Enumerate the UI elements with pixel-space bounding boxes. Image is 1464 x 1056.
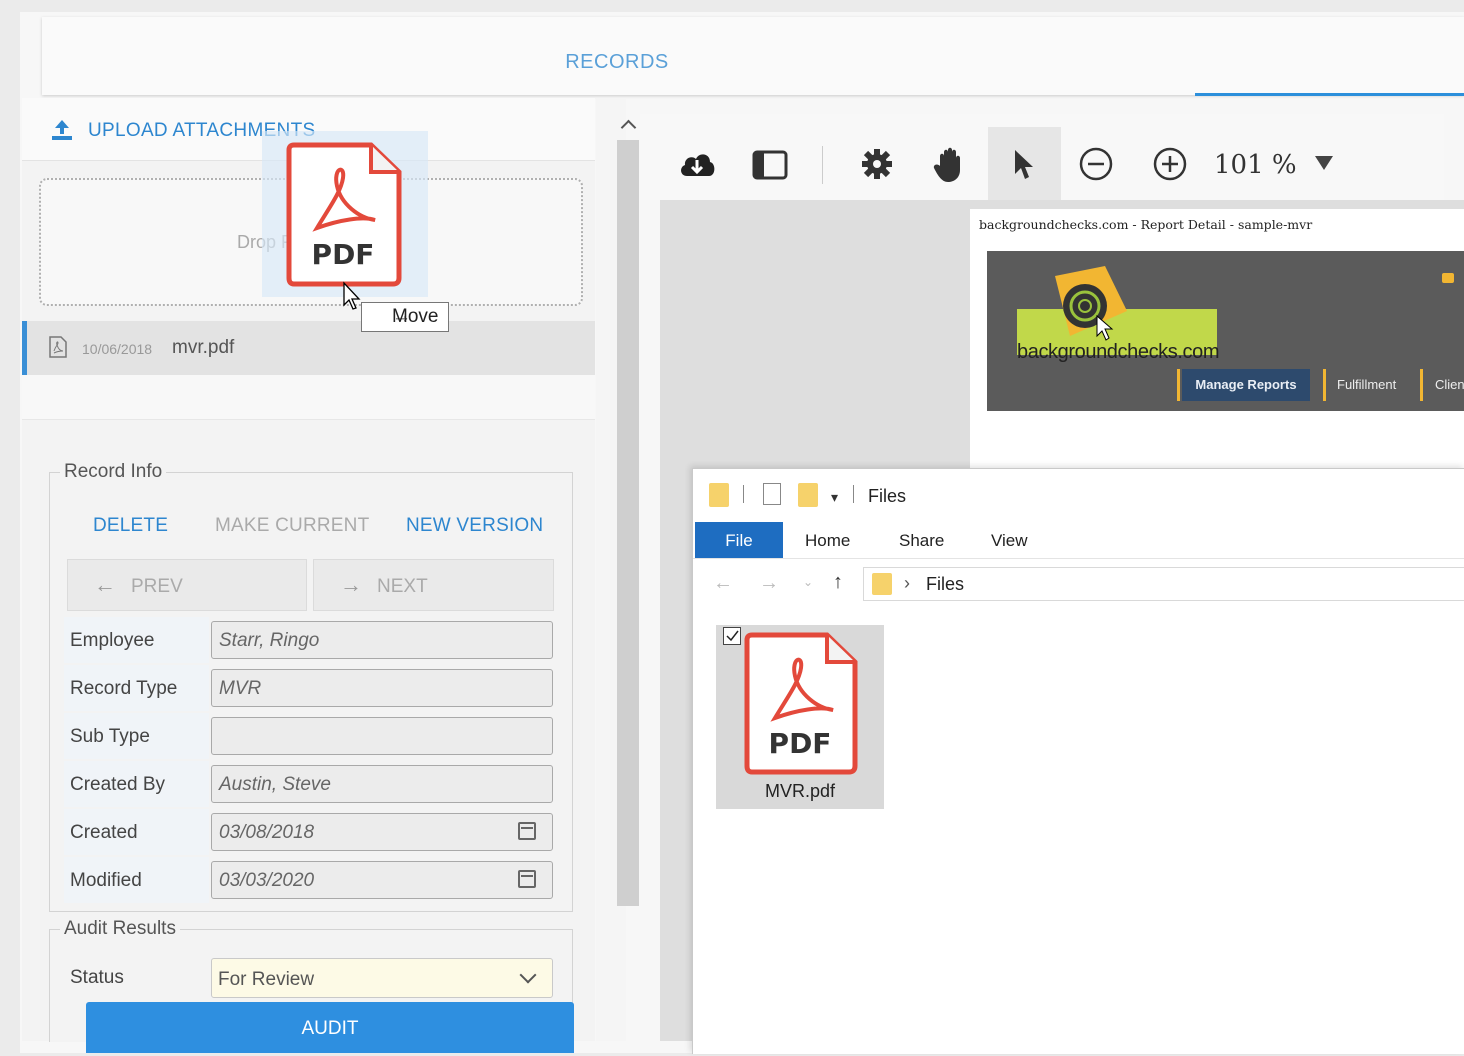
explorer-ribbon: File Home Share View [693, 522, 1464, 559]
record-info-legend: Record Info [60, 461, 167, 483]
chevron-down-icon [519, 966, 537, 984]
logo-text: backgroundchecks.com [1017, 341, 1220, 363]
up-arrow-icon[interactable]: ↑ [833, 571, 843, 594]
audit-button[interactable]: AUDIT [86, 1002, 574, 1053]
attachment-row[interactable]: 10/06/2018 mvr.pdf [22, 321, 595, 375]
next-button[interactable]: → NEXT [313, 559, 554, 611]
pointer-tool-icon[interactable] [1012, 148, 1036, 182]
record-type-input[interactable]: MVR [211, 669, 553, 707]
field-record-type: Record Type MVR [64, 665, 570, 711]
calendar-icon[interactable] [518, 822, 536, 840]
gear-icon[interactable] [860, 147, 894, 181]
title-separator [743, 485, 744, 503]
active-tab-indicator [1195, 93, 1464, 96]
file-tile-label: MVR.pdf [764, 781, 836, 801]
ribbon-tab-home[interactable]: Home [805, 531, 850, 551]
field-sub-type: Sub Type [64, 713, 570, 759]
tab-bar: RECORDS [42, 17, 1464, 96]
zoom-level[interactable]: 101 % [1214, 150, 1297, 180]
created-by-input[interactable]: Austin, Steve [211, 765, 553, 803]
zoom-in-icon[interactable] [1152, 146, 1188, 182]
tab-records[interactable]: RECORDS [547, 51, 687, 74]
manage-reports-link[interactable]: Manage Reports [1182, 369, 1310, 401]
field-created: Created 03/08/2018 [64, 809, 570, 855]
folder-icon [872, 573, 892, 595]
audit-results-legend: Audit Results [60, 918, 180, 940]
arrow-left-icon: ← [94, 572, 116, 597]
nav-divider [1323, 369, 1326, 401]
move-tooltip: → Move [361, 302, 449, 332]
attachment-name: mvr.pdf [172, 337, 235, 358]
field-label: Sub Type [70, 726, 150, 747]
next-label: NEXT [377, 576, 428, 597]
field-employee: Employee Starr, Ringo [64, 617, 570, 663]
field-label: Created [70, 822, 138, 843]
new-version-button[interactable]: NEW VERSION [406, 515, 543, 537]
document-header-title: backgroundchecks.com - Report Detail - s… [979, 217, 1313, 232]
nav-divider [1420, 369, 1423, 401]
cloud-download-icon[interactable] [678, 148, 716, 180]
upload-icon [52, 120, 72, 140]
address-path: Files [926, 574, 965, 594]
move-tooltip-label: Move [392, 306, 439, 327]
new-folder-icon [798, 483, 818, 507]
fulfillment-link[interactable]: Fulfillment [1337, 377, 1396, 392]
ribbon-tab-share[interactable]: Share [899, 531, 944, 551]
field-label: Created By [70, 774, 166, 795]
folder-icon [709, 483, 729, 507]
attachment-date: 10/06/2018 [82, 341, 153, 357]
forward-arrow-icon[interactable]: → [759, 572, 779, 595]
field-status: Status For Review [64, 954, 570, 1002]
field-label: Modified [70, 870, 142, 891]
pdf-badge: PDF [768, 727, 832, 760]
field-created-by: Created By Austin, Steve [64, 761, 570, 807]
file-checkbox[interactable] [723, 627, 741, 645]
zoom-out-icon[interactable] [1078, 146, 1114, 182]
explorer-title: Files [868, 486, 907, 506]
ribbon-tab-file[interactable]: File [695, 522, 783, 558]
drag-ghost-label: PDF [311, 238, 375, 271]
document-page: backgroundchecks.com - Report Detail - s… [970, 209, 1464, 469]
title-separator [853, 485, 854, 503]
delete-button[interactable]: DELETE [93, 515, 168, 537]
pdf-file-icon [49, 336, 67, 358]
ribbon-tab-view[interactable]: View [991, 531, 1028, 551]
breadcrumb-chevron-icon: › [904, 573, 910, 593]
calendar-icon[interactable] [518, 870, 536, 888]
document-banner: backgroundchecks.com Manage Reports Fulf… [987, 251, 1464, 411]
zoom-dropdown-caret-icon[interactable] [1315, 156, 1333, 170]
scrollbar-thumb[interactable] [617, 140, 639, 906]
hand-tool-icon[interactable] [932, 144, 970, 184]
field-label: Record Type [70, 678, 178, 699]
record-info-section: Record Info DELETE MAKE CURRENT NEW VERS… [49, 461, 573, 912]
prev-label: PREV [131, 576, 183, 597]
arrow-right-icon: → [340, 572, 362, 597]
attachment-list-spacer [22, 375, 595, 420]
properties-icon [763, 483, 781, 505]
clients-link[interactable]: Clien [1435, 377, 1464, 392]
make-current-button[interactable]: MAKE CURRENT [215, 515, 369, 537]
file-explorer-window: ▾ Files File Home Share View ← → ⌄ ↑ › F… [692, 468, 1464, 1054]
nav-divider [1177, 369, 1180, 401]
prev-button[interactable]: ← PREV [67, 559, 307, 611]
address-bar[interactable]: › Files [863, 567, 1464, 601]
sub-type-input[interactable] [211, 717, 553, 755]
quick-access-dropdown-icon[interactable]: ▾ [831, 489, 838, 506]
modified-date-input[interactable]: 03/03/2020 [211, 861, 553, 899]
sidebar-toggle-icon[interactable] [752, 150, 788, 180]
created-date-input[interactable]: 03/08/2018 [211, 813, 553, 851]
field-label: Status [70, 967, 124, 988]
status-select[interactable]: For Review [211, 958, 553, 998]
lock-icon [1442, 273, 1454, 283]
check-icon [726, 630, 739, 642]
employee-input[interactable]: Starr, Ringo [211, 621, 553, 659]
field-modified: Modified 03/03/2020 [64, 857, 570, 903]
toolbar-divider [822, 146, 823, 184]
back-arrow-icon[interactable]: ← [713, 572, 733, 595]
bc-logo-icon [1055, 266, 1127, 341]
recent-dropdown-icon[interactable]: ⌄ [803, 575, 813, 589]
field-label: Employee [70, 630, 155, 651]
